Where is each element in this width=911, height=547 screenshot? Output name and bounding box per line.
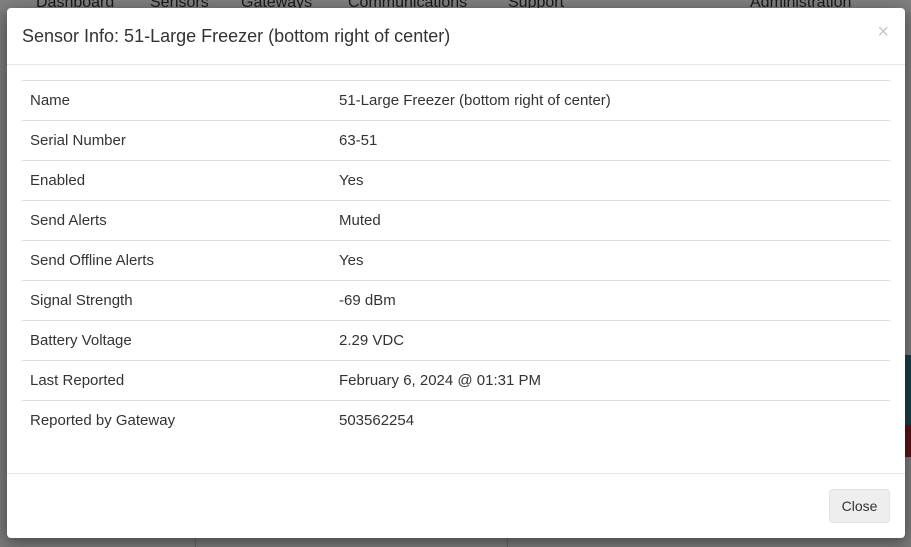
row-label: Reported by Gateway — [30, 412, 176, 430]
row-value: 63-51 — [339, 132, 378, 149]
sensor-info-table: Name 51-Large Freezer (bottom right of ce… — [22, 80, 890, 441]
row-label: Signal Strength — [30, 292, 133, 309]
modal-body: Name 51-Large Freezer (bottom right of ce… — [22, 80, 890, 441]
row-value: Muted — [339, 212, 381, 229]
modal-header: Sensor Info: 51-Large Freezer (bottom ri… — [7, 8, 905, 65]
row-value: 2.29 VDC — [339, 332, 405, 349]
table-row: Signal Strength -69 dBm — [22, 280, 890, 321]
row-label: Last Reported — [30, 372, 125, 389]
row-label: Enabled — [30, 172, 86, 189]
row-value: Yes — [339, 172, 364, 189]
table-row: Battery Voltage 2.29 VDC — [22, 320, 890, 361]
close-button[interactable]: Close — [829, 489, 890, 523]
row-label: Serial Number — [30, 132, 126, 149]
row-value: 503562254 — [339, 412, 415, 430]
modal-footer: Close — [7, 473, 905, 538]
row-label: Send Alerts — [30, 212, 107, 229]
row-value: -69 dBm — [339, 292, 396, 309]
sensor-info-modal: Sensor Info: 51-Large Freezer (bottom ri… — [7, 8, 905, 538]
table-row: Name 51-Large Freezer (bottom right of ce… — [22, 80, 890, 121]
table-row: Last Reported February 6, 2024 @ 01:31 PM — [22, 360, 890, 401]
table-row: Send Alerts Muted — [22, 200, 890, 241]
table-row: Send Offline Alerts Yes — [22, 240, 890, 281]
row-label: Name — [30, 92, 71, 109]
row-value: Yes — [339, 252, 364, 269]
close-icon[interactable]: × — [877, 22, 889, 42]
table-row: Reported by Gateway 503562254 — [22, 400, 890, 441]
modal-title: Sensor Info: 51-Large Freezer (bottom ri… — [22, 26, 451, 46]
row-value: February 6, 2024 @ 01:31 PM — [339, 372, 542, 389]
row-label: Battery Voltage — [30, 332, 132, 349]
table-row: Enabled Yes — [22, 160, 890, 201]
table-row: Serial Number 63-51 — [22, 120, 890, 161]
row-value: 51-Large Freezer (bottom right of center… — [339, 92, 611, 109]
row-label: Send Offline Alerts — [30, 252, 154, 269]
